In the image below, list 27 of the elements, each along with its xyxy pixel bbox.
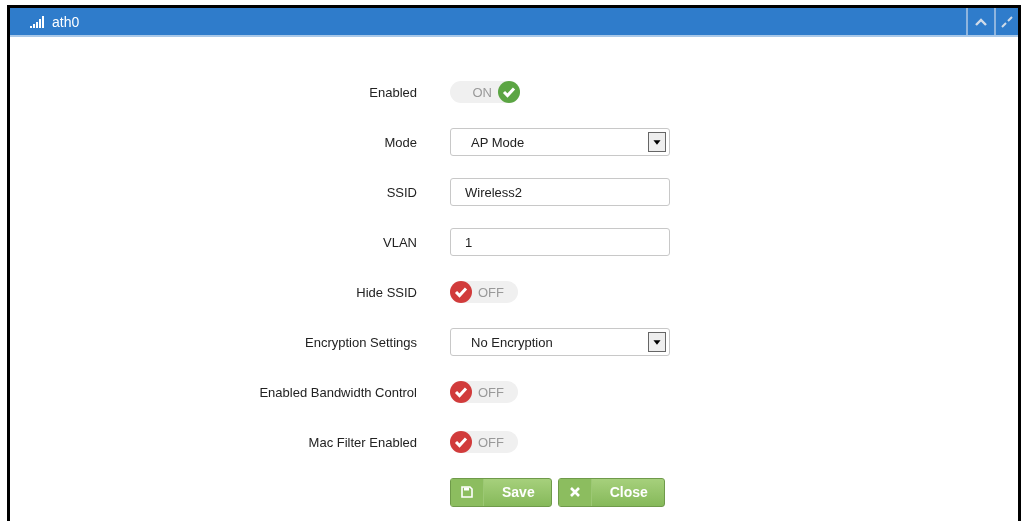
panel-title: ath0 (52, 13, 80, 30)
field-label: VLAN (382, 234, 417, 250)
check-icon (450, 431, 472, 453)
field-label: SSID (385, 184, 417, 200)
check-icon (450, 381, 472, 403)
toggle-switch[interactable]: OFF (450, 281, 518, 303)
field-label: Hide SSID (355, 284, 417, 300)
dropdown[interactable]: No Encryption (450, 328, 670, 356)
field-label: Enabled Bandwidth Control (258, 384, 417, 400)
close-button[interactable]: Close (557, 477, 665, 507)
close-icon (569, 487, 580, 497)
save-button[interactable]: Save (450, 477, 552, 507)
toggle-switch[interactable]: ON (450, 81, 520, 103)
toggle-switch[interactable]: OFF (450, 381, 518, 403)
signal-icon (30, 15, 44, 28)
text-field[interactable]: 1 (450, 228, 670, 256)
text-field[interactable]: Wireless2 (450, 178, 670, 206)
field-label: Encryption Settings (304, 334, 417, 350)
arrows-icon (1001, 15, 1013, 28)
field-label: Enabled (368, 84, 417, 100)
dropdown[interactable]: AP Mode (450, 128, 670, 156)
toggle-switch[interactable]: OFF (450, 431, 518, 453)
field-label: Mac Filter Enabled (307, 434, 417, 450)
check-icon (498, 81, 520, 103)
check-icon (450, 281, 472, 303)
chevron-up-icon (975, 17, 987, 26)
field-label: Mode (383, 134, 417, 150)
